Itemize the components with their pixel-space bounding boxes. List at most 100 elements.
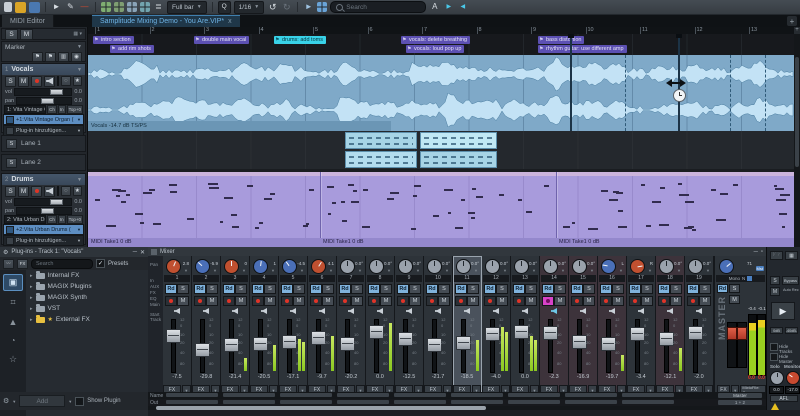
fader-thumb[interactable] <box>514 325 529 339</box>
mixer-channel-strip[interactable]: 0.0°▼8RdSM120102040800.0FX▼ <box>366 256 395 401</box>
fader-thumb[interactable] <box>369 325 384 339</box>
mixer-channel-strip[interactable]: L▼16RdSM12010204080-19.7FX▼ <box>598 256 627 401</box>
channel-pan-knob[interactable] <box>282 259 297 274</box>
channel-out-cell[interactable] <box>565 400 617 404</box>
mixer-horizontal-scrollbar[interactable] <box>148 406 766 410</box>
marker-cd-icon[interactable]: ◉ <box>71 52 82 62</box>
channel-mute-button[interactable]: M <box>380 296 392 306</box>
mixer-view-icon[interactable] <box>317 2 327 12</box>
chevron-down-icon[interactable]: ▼ <box>648 268 652 273</box>
channel-record-button[interactable] <box>194 296 206 306</box>
mixer-titlebar[interactable]: Mixer ─ ▫ <box>148 247 766 256</box>
channel-record-button[interactable] <box>223 296 235 306</box>
channel-name-cell[interactable] <box>223 393 275 397</box>
read-automation-button[interactable]: Rd <box>658 284 670 294</box>
channel-mute-button[interactable]: M <box>699 296 711 306</box>
channel-out-cell[interactable] <box>394 400 446 404</box>
mixer-channel-strip[interactable]: 0.0°▼15RdSM12010204080-16.9FX▼ <box>569 256 598 401</box>
chevron-down-icon[interactable]: ▼ <box>387 268 391 273</box>
minus40-db-button[interactable]: -40dB- <box>785 327 798 334</box>
minimize-icon[interactable]: ─ <box>754 249 758 255</box>
volume-slider[interactable] <box>14 198 72 206</box>
chevron-down-icon[interactable]: ▼ <box>416 268 420 273</box>
chevron-down-icon[interactable]: ▼ <box>474 268 478 273</box>
marker-track-header[interactable]: Marker ▼ ⚑ ⚑ ▥ ◉ <box>1 41 86 62</box>
channel-record-button[interactable] <box>426 296 438 306</box>
track-header-drums[interactable]: 2 Drums ▼ S M ◌ ★ vol 0.0 pan 0.0 2: Vit… <box>1 173 86 245</box>
volume-slider[interactable] <box>14 88 72 96</box>
save-icon[interactable] <box>29 2 40 13</box>
channel-out-cell[interactable] <box>280 400 332 404</box>
chevron-down-icon[interactable]: ▼ <box>677 268 681 273</box>
channel-out-cell[interactable] <box>223 400 275 404</box>
channel-pan-knob[interactable] <box>485 259 500 274</box>
range-mode-icon[interactable] <box>127 2 137 12</box>
take-clip[interactable] <box>420 132 497 149</box>
fader-thumb[interactable] <box>688 326 703 340</box>
channel-solo-button[interactable]: S <box>264 284 276 294</box>
search-input[interactable]: Search <box>330 1 426 13</box>
cut-tool-icon[interactable]: — <box>79 2 90 13</box>
channel-monitor-button[interactable] <box>511 308 539 316</box>
snap-grid-icon[interactable] <box>140 2 150 12</box>
lane-solo-button[interactable]: S <box>6 139 17 149</box>
channel-monitor-button[interactable] <box>598 308 626 316</box>
channel-mute-button[interactable]: M <box>438 296 450 306</box>
mixer-channel-strip[interactable]: -4.5▼5RdSM12010204080-17.1FX▼ <box>279 256 308 401</box>
chevron-down-icon[interactable]: ▼ <box>68 399 72 404</box>
plugin-slot-1[interactable]: +1:Vita Vintage Organ ( ▼ <box>3 114 84 125</box>
curve-mode-icon[interactable] <box>114 2 124 12</box>
chevron-down-icon[interactable]: ▼ <box>77 227 81 232</box>
fader-thumb[interactable] <box>543 326 558 340</box>
quantize-value-dropdown[interactable]: 1/16 ▼ <box>234 1 265 14</box>
lane-1-header[interactable]: S Lane 1 <box>1 135 86 152</box>
read-automation-button[interactable]: Rd <box>426 284 438 294</box>
channel-solo-button[interactable]: S <box>322 284 334 294</box>
input-button[interactable]: In <box>58 215 66 224</box>
take-clip[interactable] <box>420 151 497 168</box>
fader-thumb[interactable] <box>659 332 674 346</box>
fader-thumb[interactable] <box>456 336 471 350</box>
mixer-channel-strip[interactable]: 0.0°▼11RdSM12010204080-18.5FX▼ <box>453 256 482 401</box>
fader-thumb[interactable] <box>195 343 210 357</box>
mixer-channel-strip[interactable]: 0.0°▼18RdSM12010204080-12.1FX▼ <box>656 256 685 401</box>
channel-pan-knob[interactable] <box>311 259 326 274</box>
rewind-marker-icon[interactable]: ◀ <box>457 2 468 13</box>
pointer-icon[interactable]: ► <box>303 2 314 13</box>
channel-solo-button[interactable]: S <box>641 284 653 294</box>
solo-button[interactable]: S <box>5 76 16 87</box>
channel-monitor-button[interactable] <box>163 308 191 316</box>
channel-solo-button[interactable]: S <box>554 284 566 294</box>
track-header-vocals[interactable]: 1 Vocals ▼ S M ◌ ★ vol 0.0 pan 0.0 1: Vi… <box>1 63 86 133</box>
channel-record-button[interactable] <box>542 296 554 306</box>
tree-item-vst[interactable]: ▸ VST <box>26 303 148 314</box>
channel-name-cell[interactable] <box>166 393 218 397</box>
header-menu-icon[interactable]: ▦ ▾ <box>73 31 82 37</box>
mixer-channel-strip[interactable]: 0▼3RdSM12010204080-21.4FX▼ <box>221 256 250 401</box>
plugin-search-input[interactable]: Search <box>31 259 93 269</box>
channel-solo-button[interactable]: S <box>467 284 479 294</box>
mute-button[interactable]: M <box>18 186 29 197</box>
play-button[interactable]: ▶ <box>771 302 795 320</box>
zero-db-button[interactable]: 0dB <box>770 327 783 334</box>
chevron-down-icon[interactable]: ▼ <box>300 268 304 273</box>
channel-pan-knob[interactable] <box>543 259 558 274</box>
master-out-cell[interactable]: 1 + 2 <box>718 400 762 405</box>
channel-record-button[interactable] <box>484 296 496 306</box>
zoom-plus-icon[interactable]: + <box>794 27 800 34</box>
channel-monitor-button[interactable] <box>685 308 713 316</box>
scrollbar-thumb[interactable] <box>795 57 799 167</box>
afl-button[interactable]: AFL <box>770 395 798 402</box>
timeline-marker[interactable]: add rim shots <box>110 45 154 53</box>
channel-mute-button[interactable]: M <box>554 296 566 306</box>
chevron-down-icon[interactable]: ▼ <box>77 67 82 73</box>
solo-button[interactable]: S <box>5 186 16 197</box>
read-automation-button[interactable]: Rd <box>281 284 293 294</box>
channel-monitor-button[interactable] <box>656 308 684 316</box>
channel-mute-button[interactable]: M <box>612 296 624 306</box>
master-solo-button[interactable]: S <box>729 284 740 293</box>
channel-mute-button[interactable]: M <box>670 296 682 306</box>
channel-mute-button[interactable]: M <box>496 296 508 306</box>
read-automation-button[interactable]: Rd <box>629 284 641 294</box>
channel-monitor-button[interactable] <box>569 308 597 316</box>
